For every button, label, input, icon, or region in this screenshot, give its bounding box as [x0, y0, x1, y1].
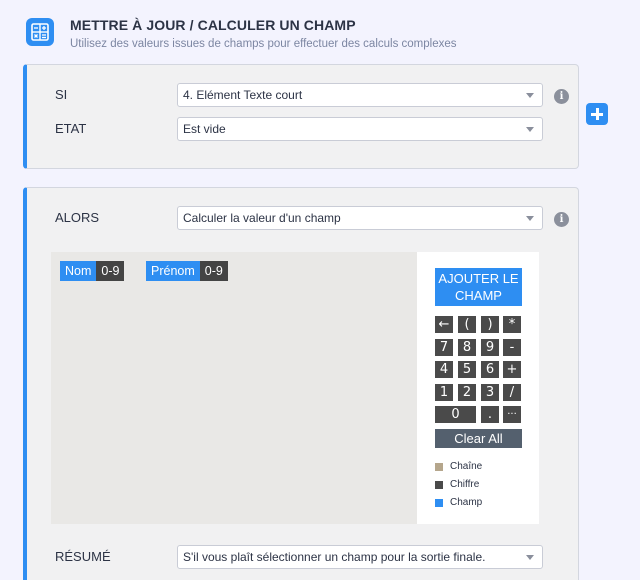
chip-type: 0-9 [96, 261, 125, 281]
minus-key[interactable]: - [503, 339, 521, 356]
legend-swatch [435, 498, 443, 507]
digit-5-key[interactable]: 5 [458, 361, 476, 378]
clear-all-button[interactable]: Clear All [435, 429, 522, 448]
calculator-area: Nom 0-9 Prénom 0-9 AJOUTER LE CHAMP ← ( … [51, 252, 539, 524]
digit-1-key[interactable]: 1 [435, 384, 453, 401]
chip-name: Nom [65, 264, 92, 278]
chevron-down-icon [526, 555, 534, 560]
legend-label: Chaîne [450, 461, 483, 472]
legend-item-string: Chaîne [435, 461, 482, 472]
digit-7-key[interactable]: 7 [435, 339, 453, 356]
digit-4-key[interactable]: 4 [435, 361, 453, 378]
if-label: SI [55, 87, 68, 102]
action-value: Calculer la valeur d'un champ [183, 211, 341, 225]
legend-label: Chiffre [450, 479, 480, 490]
action-select[interactable]: Calculer la valeur d'un champ [177, 206, 543, 230]
legend-item-field: Champ [435, 497, 482, 508]
digit-6-key[interactable]: 6 [481, 361, 499, 378]
summary-value: S'il vous plaît sélectionner un champ po… [183, 550, 486, 564]
backspace-key[interactable]: ← [435, 316, 453, 333]
info-icon[interactable]: i [554, 212, 569, 227]
field-chip-prenom[interactable]: Prénom 0-9 [146, 261, 228, 281]
page-subtitle: Utilisez des valeurs issues de champs po… [70, 38, 457, 50]
summary-select[interactable]: S'il vous plaît sélectionner un champ po… [177, 545, 543, 569]
divide-key[interactable]: / [503, 384, 521, 401]
info-icon[interactable]: i [554, 89, 569, 104]
close-paren-key[interactable]: ) [481, 316, 499, 333]
multiply-key[interactable]: * [503, 316, 521, 333]
chevron-down-icon [526, 93, 534, 98]
add-condition-button[interactable] [586, 103, 608, 125]
plus-key[interactable]: + [503, 361, 521, 378]
action-panel: ALORS Calculer la valeur d'un champ i No… [23, 187, 579, 580]
digit-0-key[interactable]: 0 [435, 406, 476, 423]
decimal-key[interactable]: . [481, 406, 499, 423]
digit-9-key[interactable]: 9 [481, 339, 499, 356]
legend-label: Champ [450, 497, 483, 508]
if-field-value: 4. Elément Texte court [183, 88, 303, 102]
field-chip-nom[interactable]: Nom 0-9 [60, 261, 125, 281]
chevron-down-icon [526, 216, 534, 221]
state-select[interactable]: Est vide [177, 117, 543, 141]
if-field-select[interactable]: 4. Elément Texte court [177, 83, 543, 107]
add-field-button[interactable]: AJOUTER LE CHAMP [435, 268, 522, 306]
chip-name: Prénom [151, 264, 195, 278]
open-paren-key[interactable]: ( [458, 316, 476, 333]
calculator-icon [26, 18, 54, 46]
chevron-down-icon [526, 127, 534, 132]
legend-swatch [435, 480, 443, 489]
summary-label: RÉSUMÉ [55, 549, 111, 564]
more-key[interactable]: ··· [503, 406, 521, 423]
page-title: METTRE À JOUR / CALCULER UN CHAMP [70, 17, 356, 33]
digit-2-key[interactable]: 2 [458, 384, 476, 401]
formula-editor[interactable]: Nom 0-9 Prénom 0-9 [51, 252, 417, 524]
chip-type: 0-9 [199, 261, 228, 281]
legend-item-number: Chiffre [435, 479, 479, 490]
legend-swatch [435, 462, 443, 471]
state-value: Est vide [183, 122, 226, 136]
then-label: ALORS [55, 210, 100, 225]
digit-3-key[interactable]: 3 [481, 384, 499, 401]
digit-8-key[interactable]: 8 [458, 339, 476, 356]
state-label: ETAT [55, 121, 87, 136]
condition-panel: SI 4. Elément Texte court i ETAT Est vid… [23, 64, 579, 169]
